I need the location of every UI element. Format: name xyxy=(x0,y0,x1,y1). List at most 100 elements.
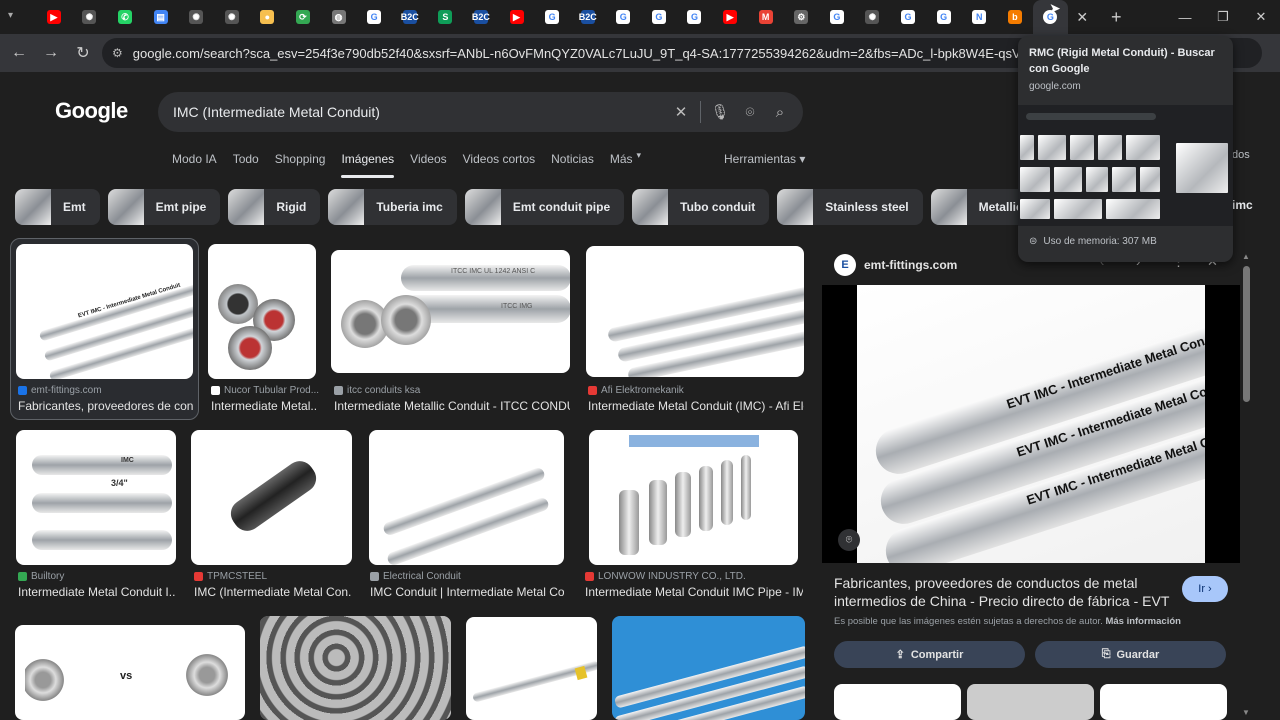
new-tab-button[interactable]: + xyxy=(1102,3,1130,31)
nav-tab[interactable]: Todo xyxy=(233,150,259,178)
site-info-icon[interactable]: ⚙ xyxy=(112,46,123,60)
more-caret-icon[interactable]: ▾ xyxy=(637,150,642,178)
google-logo[interactable]: Google xyxy=(55,98,128,124)
panel-title[interactable]: Fabricantes, proveedores de conductos de… xyxy=(834,574,1174,610)
tab-search-icon[interactable]: ▾ xyxy=(8,10,13,21)
nav-tab[interactable]: Modo IA xyxy=(172,150,217,178)
browser-tab[interactable]: ✆ xyxy=(107,0,143,34)
microphone-icon[interactable]: 🎙 xyxy=(705,103,735,121)
browser-tab[interactable]: G xyxy=(890,0,926,34)
browser-tab[interactable]: B2C xyxy=(463,0,499,34)
result-image-4[interactable] xyxy=(586,246,804,377)
result-title[interactable]: Intermediate Metal Conduit I... xyxy=(18,585,176,599)
result-image-11[interactable] xyxy=(466,617,597,720)
preview-image[interactable]: EVT IMC - Intermediate Metal Con EVT IMC… xyxy=(822,285,1240,563)
browser-tab[interactable]: ⚙ xyxy=(783,0,819,34)
nav-tab[interactable]: Videos xyxy=(410,150,446,178)
result-source[interactable]: itcc conduits ksa xyxy=(334,385,420,396)
result-image-8[interactable] xyxy=(589,430,798,565)
browser-tab[interactable]: G xyxy=(641,0,677,34)
nav-tab[interactable]: Noticias xyxy=(551,150,594,178)
result-image-1[interactable]: EVT IMC - Intermediate Metal Conduit xyxy=(16,244,193,379)
browser-tab[interactable]: G xyxy=(606,0,642,34)
browser-tab[interactable]: G xyxy=(677,0,713,34)
related-image[interactable] xyxy=(834,684,961,720)
browser-tab[interactable]: ✺ xyxy=(214,0,250,34)
result-title[interactable]: IMC Conduit | Intermediate Metal Con... xyxy=(370,585,564,599)
browser-tab[interactable]: ● xyxy=(250,0,286,34)
panel-source[interactable]: E emt-fittings.com xyxy=(834,254,957,276)
clear-icon[interactable]: ✕ xyxy=(666,103,696,121)
refine-chip[interactable]: Tuberia imc xyxy=(328,189,457,225)
refine-chip[interactable]: Emt xyxy=(15,189,100,225)
browser-tab[interactable]: B2C xyxy=(392,0,428,34)
url-text[interactable]: google.com/search?sca_esv=254f3e790db52f… xyxy=(133,46,1146,61)
browser-tab[interactable]: M xyxy=(748,0,784,34)
result-image-5[interactable]: IMC 3/4" xyxy=(16,430,176,565)
browser-tab[interactable]: S xyxy=(428,0,464,34)
camera-icon[interactable]: ⌾ xyxy=(735,104,765,121)
visit-button[interactable]: Ir › xyxy=(1182,576,1228,602)
nav-tab[interactable]: Más xyxy=(610,150,633,178)
scrollbar-thumb[interactable] xyxy=(1243,266,1250,402)
result-source[interactable]: emt-fittings.com xyxy=(18,385,102,396)
result-title[interactable]: Intermediate Metal Conduit IMC Pipe - IM… xyxy=(585,585,803,599)
nav-tab[interactable]: Shopping xyxy=(275,150,326,178)
save-button[interactable]: ⎘ Guardar xyxy=(1035,641,1226,668)
scroll-up-icon[interactable]: ▲ xyxy=(1242,252,1250,261)
result-source[interactable]: Electrical Conduit xyxy=(370,571,461,582)
result-title[interactable]: Intermediate Metallic Conduit - ITCC CON… xyxy=(334,399,570,413)
result-image-3[interactable]: ITCC IMC UL 1242 ANSI C ITCC IMG xyxy=(331,250,570,373)
tools-button[interactable]: Herramientas ▾ xyxy=(724,152,805,166)
browser-tab[interactable]: b xyxy=(997,0,1033,34)
search-box[interactable]: IMC (Intermediate Metal Conduit) ✕ 🎙 ⌾ ⌕ xyxy=(158,92,803,132)
related-image[interactable] xyxy=(1100,684,1227,720)
window-close-icon[interactable]: ✕ xyxy=(1242,0,1280,34)
result-image-7[interactable] xyxy=(369,430,564,565)
refine-chip[interactable]: Emt pipe xyxy=(107,189,221,225)
refine-chip[interactable]: Emt conduit pipe xyxy=(464,189,625,225)
minimize-icon[interactable]: — xyxy=(1166,0,1204,34)
browser-tab[interactable]: ✺ xyxy=(855,0,891,34)
refine-chip[interactable]: Stainless steel xyxy=(777,189,923,225)
lens-icon[interactable]: ⌾ xyxy=(838,529,860,551)
browser-tab[interactable]: ✺ xyxy=(72,0,108,34)
panel-scrollbar[interactable]: ▲ ▼ xyxy=(1242,252,1250,718)
result-source[interactable]: Nucor Tubular Prod... xyxy=(211,385,319,396)
refine-chip[interactable]: Tubo conduit xyxy=(632,189,770,225)
nav-tab[interactable]: Videos cortos xyxy=(463,150,536,178)
result-title[interactable]: Intermediate Metal... xyxy=(211,399,316,413)
result-image-2[interactable] xyxy=(208,244,316,379)
browser-tab[interactable]: G xyxy=(534,0,570,34)
maximize-icon[interactable]: ❐ xyxy=(1204,0,1242,34)
result-title[interactable]: IMC (Intermediate Metal Con... xyxy=(194,585,352,599)
result-title[interactable]: Intermediate Metal Conduit (IMC) - Afi E… xyxy=(588,399,804,413)
browser-tab[interactable]: ▤ xyxy=(143,0,179,34)
back-icon[interactable]: ← xyxy=(4,38,34,68)
chip-partial[interactable]: imc xyxy=(1232,198,1253,212)
result-source[interactable]: TPMCSTEEL xyxy=(194,571,267,582)
browser-tab[interactable]: ▶ xyxy=(499,0,535,34)
search-input[interactable]: IMC (Intermediate Metal Conduit) xyxy=(173,104,666,120)
browser-tab[interactable]: G xyxy=(819,0,855,34)
browser-tab[interactable]: G xyxy=(356,0,392,34)
nav-tab[interactable]: Imágenes xyxy=(341,150,394,178)
related-image[interactable] xyxy=(967,684,1094,720)
browser-tab[interactable]: N xyxy=(961,0,997,34)
result-image-6[interactable] xyxy=(191,430,352,565)
result-image-10[interactable] xyxy=(260,616,451,720)
browser-tab[interactable]: ⟳ xyxy=(285,0,321,34)
result-image-12[interactable] xyxy=(612,616,805,720)
browser-tab[interactable]: ✺ xyxy=(178,0,214,34)
result-image-9[interactable]: vs xyxy=(15,625,245,720)
result-source[interactable]: Builtory xyxy=(18,571,64,582)
refine-chip[interactable]: Rigid xyxy=(228,189,321,225)
forward-icon[interactable]: → xyxy=(36,38,66,68)
browser-tab[interactable]: B2C xyxy=(570,0,606,34)
share-button[interactable]: ⇪ Compartir xyxy=(834,641,1025,668)
result-source[interactable]: Afi Elektromekanik xyxy=(588,385,684,396)
more-info-link[interactable]: Más información xyxy=(1105,616,1181,627)
browser-tab[interactable]: ◍ xyxy=(321,0,357,34)
result-title[interactable]: Fabricantes, proveedores de con... xyxy=(18,399,193,413)
tab-close-icon[interactable]: ✕ xyxy=(1068,3,1096,31)
